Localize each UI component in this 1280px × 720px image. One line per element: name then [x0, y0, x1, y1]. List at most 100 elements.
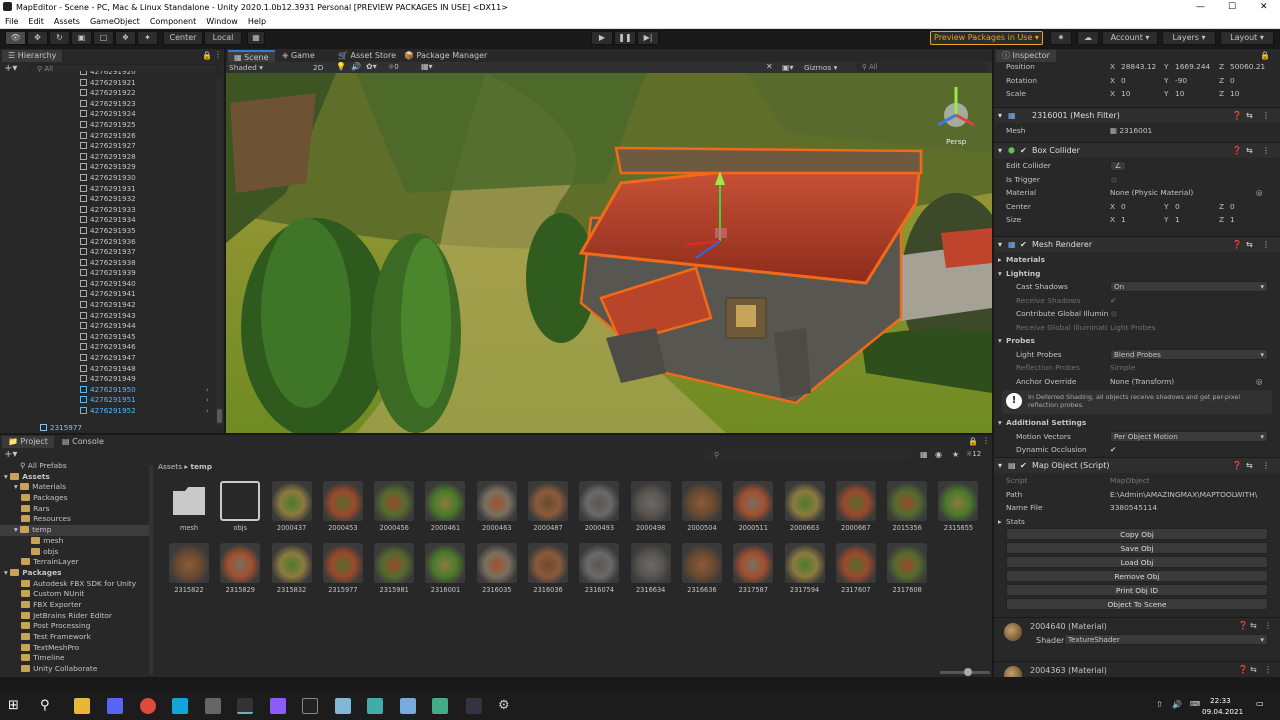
expand-arrow-icon[interactable]: › [206, 385, 209, 396]
hierarchy-item[interactable]: 4276291946 [0, 342, 216, 353]
file-explorer-icon[interactable] [74, 698, 90, 714]
menu-assets[interactable]: Assets [49, 15, 85, 26]
draw-mode-dropdown[interactable]: Shaded ▾ [229, 63, 263, 72]
persp-label[interactable]: Persp [946, 137, 966, 146]
hierarchy-item[interactable]: 4276291920 [0, 71, 216, 78]
prefab-item[interactable]: 2000663 [781, 481, 829, 539]
lock-icon[interactable]: 🔒 [968, 437, 978, 446]
load-obj-button[interactable]: Load Obj [1006, 556, 1268, 568]
menu-edit[interactable]: Edit [23, 15, 49, 26]
hierarchy-item[interactable]: 4276291930 [0, 173, 216, 184]
hierarchy-item[interactable]: 4276291942 [0, 300, 216, 311]
tab-asset-store[interactable]: 🛒 Asset Store [332, 50, 402, 62]
foldout-icon[interactable]: ▸ [998, 515, 1002, 529]
project-tree-item[interactable]: TerrainLayer [0, 557, 152, 568]
prefab-item[interactable]: 2316036 [524, 543, 572, 601]
component-menu-icon[interactable]: ⋮ [1262, 108, 1270, 124]
prefab-item[interactable]: 2000463 [473, 481, 521, 539]
project-tree-item[interactable]: Rars [0, 504, 152, 515]
hierarchy-item[interactable]: 4276291936 [0, 237, 216, 248]
foldout-icon[interactable] [14, 579, 21, 588]
app-icon[interactable] [367, 698, 383, 714]
lighting-foldout[interactable]: ▾ Lighting [994, 267, 1280, 281]
maximize-icon[interactable]: ☐ [1228, 2, 1236, 12]
copy-obj-button[interactable]: Copy Obj [1006, 528, 1268, 540]
hierarchy-item[interactable]: 4276291944 [0, 321, 216, 332]
scale-x-field[interactable]: 10 [1121, 87, 1130, 101]
foldout-icon[interactable] [14, 600, 21, 609]
prefab-item[interactable]: 2000456 [370, 481, 418, 539]
project-tree-item[interactable]: Test Framework [0, 632, 152, 643]
hierarchy-item[interactable]: 4276291928 [0, 152, 216, 163]
expand-arrow-icon[interactable]: › [206, 406, 209, 417]
preset-icon[interactable]: ⇆ [1246, 458, 1253, 474]
help-icon[interactable]: ❓ [1232, 143, 1242, 159]
center-x-field[interactable]: 0 [1121, 200, 1126, 214]
scale-z-field[interactable]: 10 [1230, 87, 1239, 101]
project-tree-item[interactable]: objs [0, 547, 152, 558]
chrome-icon[interactable] [140, 698, 156, 714]
favorite-icon[interactable]: ★ [952, 450, 959, 459]
clock-date[interactable]: 09.04.2021 [1202, 707, 1243, 716]
contribute-gi-checkbox[interactable] [1110, 310, 1118, 318]
app-icon[interactable] [335, 698, 351, 714]
project-search-input[interactable]: ⚲ [700, 450, 912, 460]
terminal-icon[interactable] [302, 698, 318, 714]
size-x-field[interactable]: 1 [1121, 213, 1126, 227]
shader-dropdown[interactable]: TextureShader ▾ [1064, 634, 1268, 645]
project-tree-item[interactable]: ▾ Materials [0, 482, 152, 493]
receive-gi-dropdown[interactable]: Light Probes [1110, 321, 1156, 335]
object-picker-icon[interactable]: ◎ [1256, 375, 1262, 389]
prefab-item[interactable]: 2316636 [678, 543, 726, 601]
search-by-label-icon[interactable]: ◉ [935, 450, 942, 459]
name-file-field[interactable]: 3380545114 [1110, 501, 1157, 515]
foldout-icon[interactable] [14, 504, 21, 513]
foldout-icon[interactable] [24, 547, 31, 556]
project-tree-item[interactable]: Resources [0, 514, 152, 525]
hierarchy-item[interactable]: 4276291938 [0, 258, 216, 269]
hierarchy-item[interactable]: 4276291925 [0, 120, 216, 131]
size-z-field[interactable]: 1 [1230, 213, 1235, 227]
app-icon[interactable]: ⚙ [498, 698, 514, 714]
hierarchy-item[interactable]: 4276291935 [0, 226, 216, 237]
grid-snap-icon[interactable]: ▦ [247, 31, 265, 45]
foldout-icon[interactable] [14, 632, 21, 641]
anchor-override-field[interactable]: None (Transform) [1110, 375, 1174, 389]
prefab-item[interactable]: 2315822 [165, 543, 213, 601]
script-field[interactable]: MapObject [1110, 474, 1150, 488]
hierarchy-item[interactable]: 4276291937 [0, 247, 216, 258]
foldout-icon[interactable] [14, 643, 21, 652]
hidden-objects-toggle[interactable]: ☼0 [388, 63, 399, 71]
hierarchy-item[interactable]: 4276291931 [0, 184, 216, 195]
app-icon[interactable] [205, 698, 221, 714]
volume-icon[interactable]: 🔊 [1172, 700, 1182, 709]
hierarchy-item[interactable]: 4276291929 [0, 162, 216, 173]
prefab-item[interactable]: 2316035 [473, 543, 521, 601]
lock-icon[interactable]: 🔒 [202, 51, 212, 60]
tab-game[interactable]: ⎈ Game [276, 50, 321, 62]
project-tree-item[interactable]: JetBrains Rider Editor [0, 611, 152, 622]
audio-icon[interactable]: 🔊 [351, 62, 361, 71]
hierarchy-item[interactable]: 4276291922 [0, 88, 216, 99]
object-picker-icon[interactable]: ◎ [1256, 186, 1262, 200]
app-icon[interactable] [466, 698, 482, 714]
breadcrumb-assets[interactable]: Assets [158, 462, 182, 471]
component-menu-icon[interactable]: ⋮ [1264, 621, 1272, 630]
path-field[interactable]: E:\Admin\AMAZINGMAX\MAPTOOLWITH\ [1110, 488, 1274, 502]
hierarchy-item[interactable]: 4276291923 [0, 99, 216, 110]
cloud-icon[interactable]: ☁ [1077, 31, 1099, 45]
edit-collider-button[interactable]: ∠ [1110, 161, 1126, 171]
app-icon[interactable] [172, 698, 188, 714]
prefab-item[interactable]: 2317594 [781, 543, 829, 601]
foldout-icon[interactable] [14, 653, 21, 662]
hierarchy-item[interactable]: 4276291940 [0, 279, 216, 290]
cast-shadows-dropdown[interactable]: On ▾ [1110, 281, 1268, 292]
dynamic-occlusion-checkbox[interactable]: ✔ [1110, 443, 1116, 457]
tools-icon[interactable]: ✕ [766, 62, 773, 71]
project-tree-item[interactable]: Autodesk FBX SDK for Unity [0, 579, 152, 590]
preset-icon[interactable]: ⇆ [1250, 621, 1257, 630]
close-icon[interactable]: ✕ [1260, 2, 1268, 12]
grid-icon[interactable]: ▦▾ [421, 62, 433, 71]
remove-obj-button[interactable]: Remove Obj [1006, 570, 1268, 582]
hierarchy-item[interactable]: 4276291943 [0, 311, 216, 322]
